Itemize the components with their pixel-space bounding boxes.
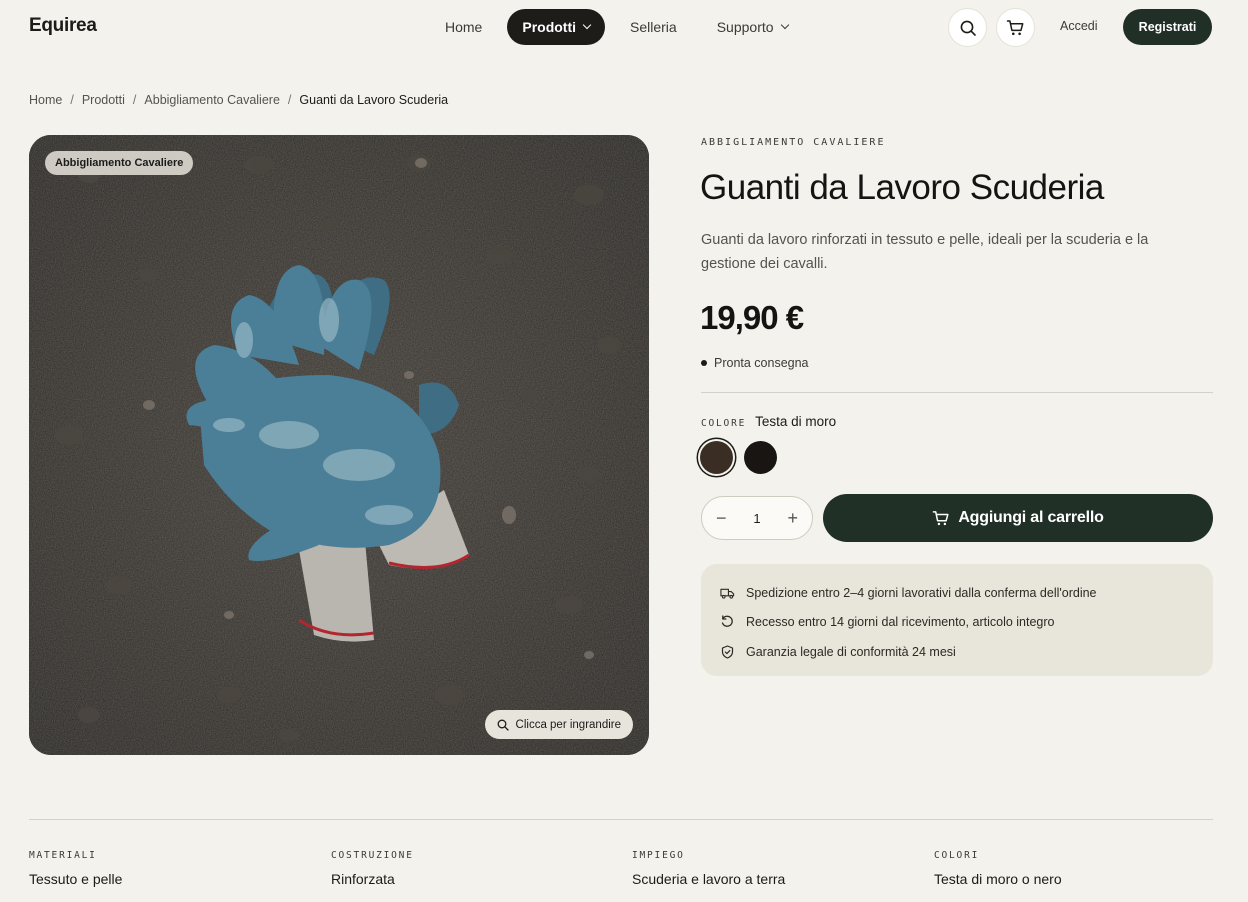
increment-button[interactable]: + [787,509,798,527]
search-button[interactable] [948,8,987,47]
main-nav: Home Prodotti Selleria Supporto [430,9,813,45]
product-category: ABBIGLIAMENTO CAVALIERE [701,137,886,148]
cart-icon [1006,19,1024,35]
chevron-down-icon [582,20,592,30]
color-selector-label: COLORE Testa di moro [701,414,836,429]
cart-button[interactable] [996,8,1035,47]
register-button[interactable]: Registrati [1123,9,1212,45]
nav-supporto-label: Supporto [716,19,774,35]
nav-supporto[interactable]: Supporto [702,9,803,45]
zoom-button[interactable]: Clicca per ingrandire [484,710,633,739]
stock-label: Pronta consegna [714,356,809,370]
stock-dot-icon [701,360,707,366]
add-to-cart-button[interactable]: Aggiungi al carrello [823,494,1213,542]
search-icon [497,719,509,731]
image-category-badge: Abbigliamento Cavaliere [45,151,194,175]
nav-selleria[interactable]: Selleria [615,9,692,45]
spec-value: Testa di moro o nero [934,871,1062,887]
breadcrumb-category[interactable]: Abbigliamento Cavaliere [144,93,280,107]
cart-icon [933,510,949,525]
glove-photo [29,135,649,755]
spec-colori: COLORI Testa di moro o nero [934,850,1062,887]
zoom-label: Clicca per ingrandire [515,718,621,731]
stock-status: Pronta consegna [701,356,809,370]
product-title: Guanti da Lavoro Scuderia [700,168,1104,207]
divider [701,392,1213,393]
nav-selleria-label: Selleria [630,19,677,35]
spec-value: Rinforzata [331,871,395,887]
spec-key: COLORI [934,850,980,861]
spec-value: Tessuto e pelle [29,871,123,887]
breadcrumb-prodotti[interactable]: Prodotti [82,93,125,107]
spec-materiali: MATERIALI Tessuto e pelle [29,850,122,887]
info-warranty-text: Garanzia legale di conformità 24 mesi [746,644,956,659]
breadcrumb: Home / Prodotti / Abbigliamento Cavaliere /… [29,93,448,107]
swatch-testa-di-moro[interactable] [700,441,733,474]
quantity-value[interactable]: 1 [753,511,760,526]
spec-key: IMPIEGO [632,850,685,861]
decrement-button[interactable]: − [716,509,727,527]
breadcrumb-home[interactable]: Home [29,93,62,107]
login-link[interactable]: Accedi [1060,19,1098,33]
breadcrumb-separator: / [287,93,292,107]
product-image[interactable]: Abbigliamento Cavaliere Clicca per ingra… [29,135,649,755]
spec-costruzione: COSTRUZIONE Rinforzata [331,850,414,887]
info-return: Recesso entro 14 giorni dal ricevimento,… [720,608,1194,638]
truck-icon [720,588,735,599]
breadcrumb-separator: / [132,93,137,107]
color-value: Testa di moro [755,414,837,429]
return-icon [721,615,733,628]
search-icon [960,20,976,36]
spec-impiego: IMPIEGO Scuderia e lavoro a terra [632,850,785,887]
chevron-down-icon [780,20,789,30]
add-to-cart-label: Aggiungi al carrello [958,509,1104,526]
quantity-stepper: − 1 + [701,496,813,540]
info-return-text: Recesso entro 14 giorni dal ricevimento,… [746,615,1055,630]
divider [29,819,1213,820]
nav-home-label: Home [445,19,483,35]
swatch-nero[interactable] [744,441,777,474]
info-shipping: Spedizione entro 2–4 giorni lavorativi d… [720,578,1194,608]
spec-key: COSTRUZIONE [331,850,414,861]
product-description: Guanti da lavoro rinforzati in tessuto e… [701,232,1149,272]
brand-logo[interactable]: Equirea [29,15,97,37]
breadcrumb-separator: / [70,93,74,107]
spec-value: Scuderia e lavoro a terra [632,871,786,887]
shipping-info-panel: Spedizione entro 2–4 giorni lavorativi d… [701,564,1213,676]
info-warranty: Garanzia legale di conformità 24 mesi [720,637,1194,667]
info-shipping-text: Spedizione entro 2–4 giorni lavorativi d… [746,585,1097,600]
color-label: COLORE [701,418,747,429]
shield-icon [721,645,734,659]
nav-home[interactable]: Home [430,9,497,45]
spec-key: MATERIALI [29,850,97,861]
product-price: 19,90 € [700,299,804,336]
breadcrumb-current: Guanti da Lavoro Scuderia [299,93,449,107]
nav-prodotti-label: Prodotti [522,19,577,35]
nav-prodotti[interactable]: Prodotti [507,9,606,45]
